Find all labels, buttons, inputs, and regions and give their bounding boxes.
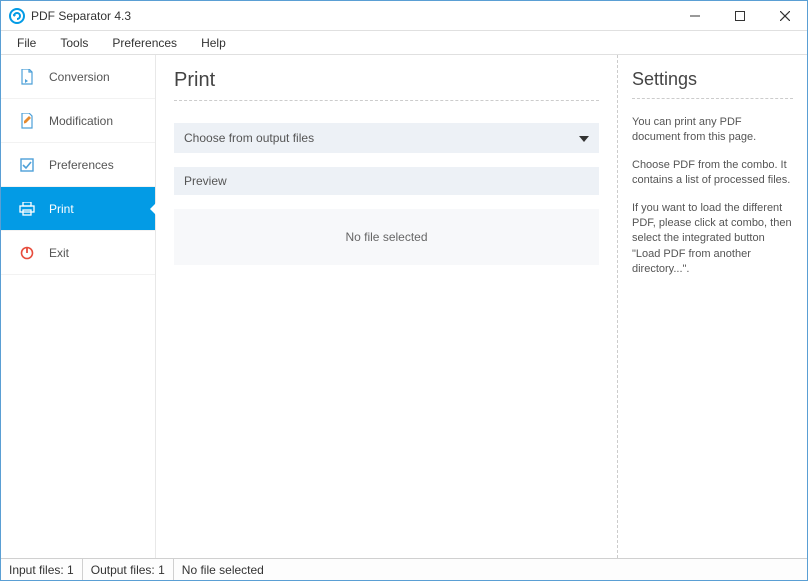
page-title: Print xyxy=(174,69,599,101)
app-icon xyxy=(9,8,25,24)
edit-icon xyxy=(19,113,35,129)
menu-help[interactable]: Help xyxy=(191,34,236,52)
window-title: PDF Separator 4.3 xyxy=(31,9,672,23)
document-icon xyxy=(19,69,35,85)
status-input-files: Input files: 1 xyxy=(1,559,83,580)
status-message: No file selected xyxy=(174,559,807,580)
sidebar-item-label: Conversion xyxy=(49,70,110,84)
sidebar-item-label: Preferences xyxy=(49,158,114,172)
sidebar-item-modification[interactable]: Modification xyxy=(1,99,155,143)
window-buttons xyxy=(672,1,807,30)
preview-header: Preview xyxy=(174,167,599,195)
minimize-button[interactable] xyxy=(672,1,717,30)
menu-tools[interactable]: Tools xyxy=(50,34,98,52)
menu-preferences[interactable]: Preferences xyxy=(102,34,187,52)
settings-text: If you want to load the different PDF, p… xyxy=(632,201,793,278)
maximize-button[interactable] xyxy=(717,1,762,30)
statusbar: Input files: 1 Output files: 1 No file s… xyxy=(1,558,807,580)
titlebar: PDF Separator 4.3 xyxy=(1,1,807,31)
settings-text: Choose PDF from the combo. It contains a… xyxy=(632,158,793,189)
sidebar-item-label: Print xyxy=(49,202,74,216)
settings-panel: Settings You can print any PDF document … xyxy=(617,55,807,558)
sidebar-item-preferences[interactable]: Preferences xyxy=(1,143,155,187)
sidebar-item-label: Modification xyxy=(49,114,113,128)
checkbox-icon xyxy=(19,157,35,173)
status-output-files: Output files: 1 xyxy=(83,559,174,580)
combo-label: Choose from output files xyxy=(184,131,314,145)
preview-area: No file selected xyxy=(174,209,599,265)
menu-file[interactable]: File xyxy=(7,34,46,52)
menubar: File Tools Preferences Help xyxy=(1,31,807,55)
body: Conversion Modification Preferences Prin… xyxy=(1,55,807,558)
output-file-combo[interactable]: Choose from output files xyxy=(174,123,599,153)
sidebar-item-print[interactable]: Print xyxy=(1,187,155,231)
chevron-down-icon xyxy=(579,131,589,145)
settings-text: You can print any PDF document from this… xyxy=(632,115,793,146)
sidebar: Conversion Modification Preferences Prin… xyxy=(1,55,156,558)
sidebar-item-conversion[interactable]: Conversion xyxy=(1,55,155,99)
main: Print Choose from output files Preview N… xyxy=(156,55,807,558)
sidebar-item-label: Exit xyxy=(49,246,69,260)
content: Print Choose from output files Preview N… xyxy=(156,55,617,558)
preview-empty-text: No file selected xyxy=(345,230,427,244)
settings-title: Settings xyxy=(632,69,793,99)
printer-icon xyxy=(19,201,35,217)
sidebar-item-exit[interactable]: Exit xyxy=(1,231,155,275)
close-button[interactable] xyxy=(762,1,807,30)
power-icon xyxy=(19,245,35,261)
